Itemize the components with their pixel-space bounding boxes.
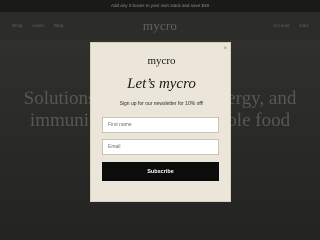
first-name-field[interactable] [102,117,219,133]
modal-heading: Let’s mycro [127,76,196,92]
modal-logo: mycro [147,55,176,67]
email-field[interactable] [102,139,219,155]
subscribe-button[interactable]: Subscribe [102,162,219,181]
modal-tagline: Sign up for our newsletter for 10% off! [119,101,204,107]
newsletter-modal: × mycro Let’s mycro Sign up for our news… [90,42,231,202]
close-icon[interactable]: × [223,45,227,53]
